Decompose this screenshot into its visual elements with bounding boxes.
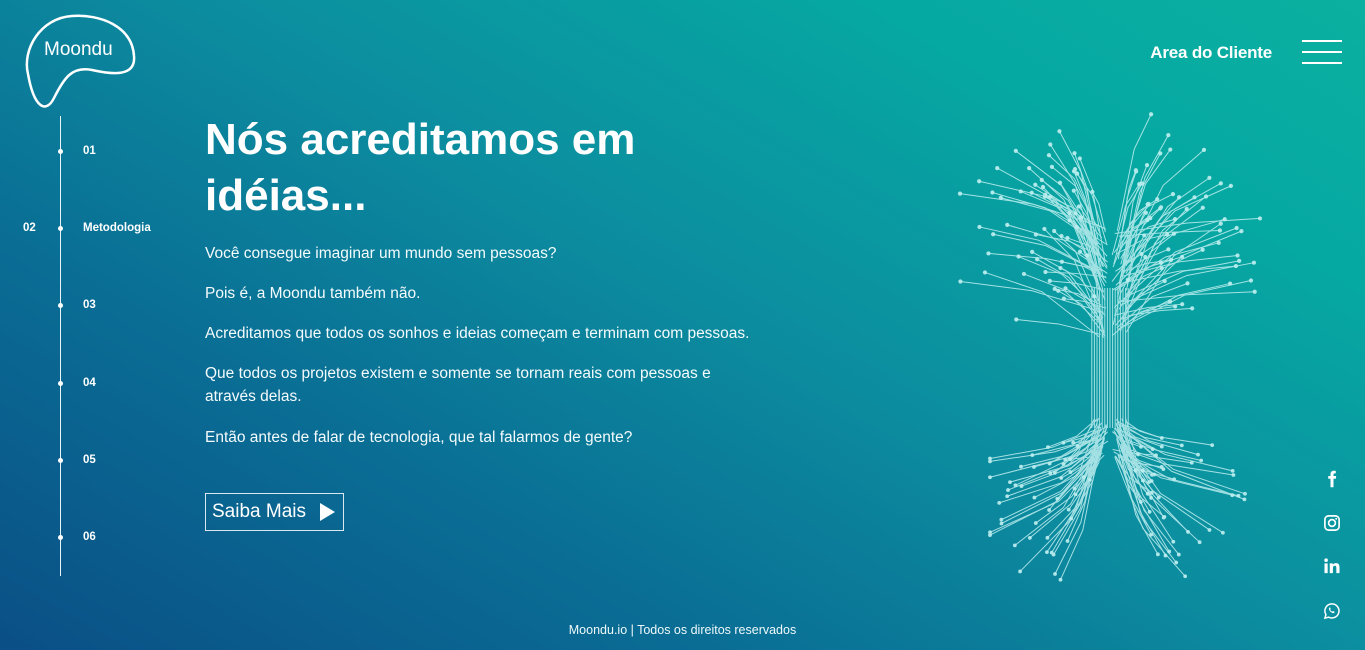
intro-paragraph-4: Que todos os projetos existem e somente … [205, 365, 711, 405]
hamburger-icon[interactable] [1302, 40, 1342, 64]
circuit-tree-illustration [945, 78, 1275, 623]
page-title: Nós acreditamos em idéias... [205, 112, 805, 224]
timeline-step-number: 01 [83, 145, 96, 157]
timeline-dot [58, 535, 63, 540]
page-title-line-1: Nós acreditamos em [205, 115, 636, 164]
intro-paragraph-2: Pois é, a Moondu também não. [205, 285, 421, 302]
timeline-dot [58, 381, 63, 386]
play-icon [320, 503, 335, 521]
whatsapp-icon[interactable] [1322, 601, 1342, 621]
timeline-step-number: 05 [83, 454, 96, 466]
timeline-nav: 01 02 Metodologia 03 04 05 06 [0, 0, 200, 600]
page-title-line-2: idéias... [205, 171, 367, 220]
intro-paragraph-5: Então antes de falar de tecnologia, que … [205, 429, 633, 446]
intro-paragraph-1: Você consegue imaginar um mundo sem pess… [205, 245, 557, 262]
linkedin-icon[interactable] [1322, 556, 1342, 576]
instagram-icon[interactable] [1322, 513, 1342, 533]
client-area-link[interactable]: Area do Cliente [1150, 43, 1272, 63]
saiba-mais-button[interactable]: Saiba Mais [205, 493, 344, 531]
timeline-dot [58, 458, 63, 463]
timeline-dot [58, 303, 63, 308]
timeline-dot [58, 226, 63, 231]
timeline-step-number: 06 [83, 531, 96, 543]
saiba-mais-label: Saiba Mais [212, 501, 306, 522]
timeline-dot [58, 149, 63, 154]
timeline-step-number: 03 [83, 299, 96, 311]
intro-paragraph-3: Acreditamos que todos os sonhos e ideias… [205, 325, 750, 342]
timeline-step-number: 04 [83, 377, 96, 389]
footer-text: Moondu.io | Todos os direitos reservados [568, 623, 797, 637]
timeline-step-number: 02 [23, 222, 36, 234]
timeline-step-label: Metodologia [83, 222, 151, 234]
facebook-icon[interactable] [1322, 469, 1342, 489]
circuit-tree-icon [957, 112, 1263, 582]
